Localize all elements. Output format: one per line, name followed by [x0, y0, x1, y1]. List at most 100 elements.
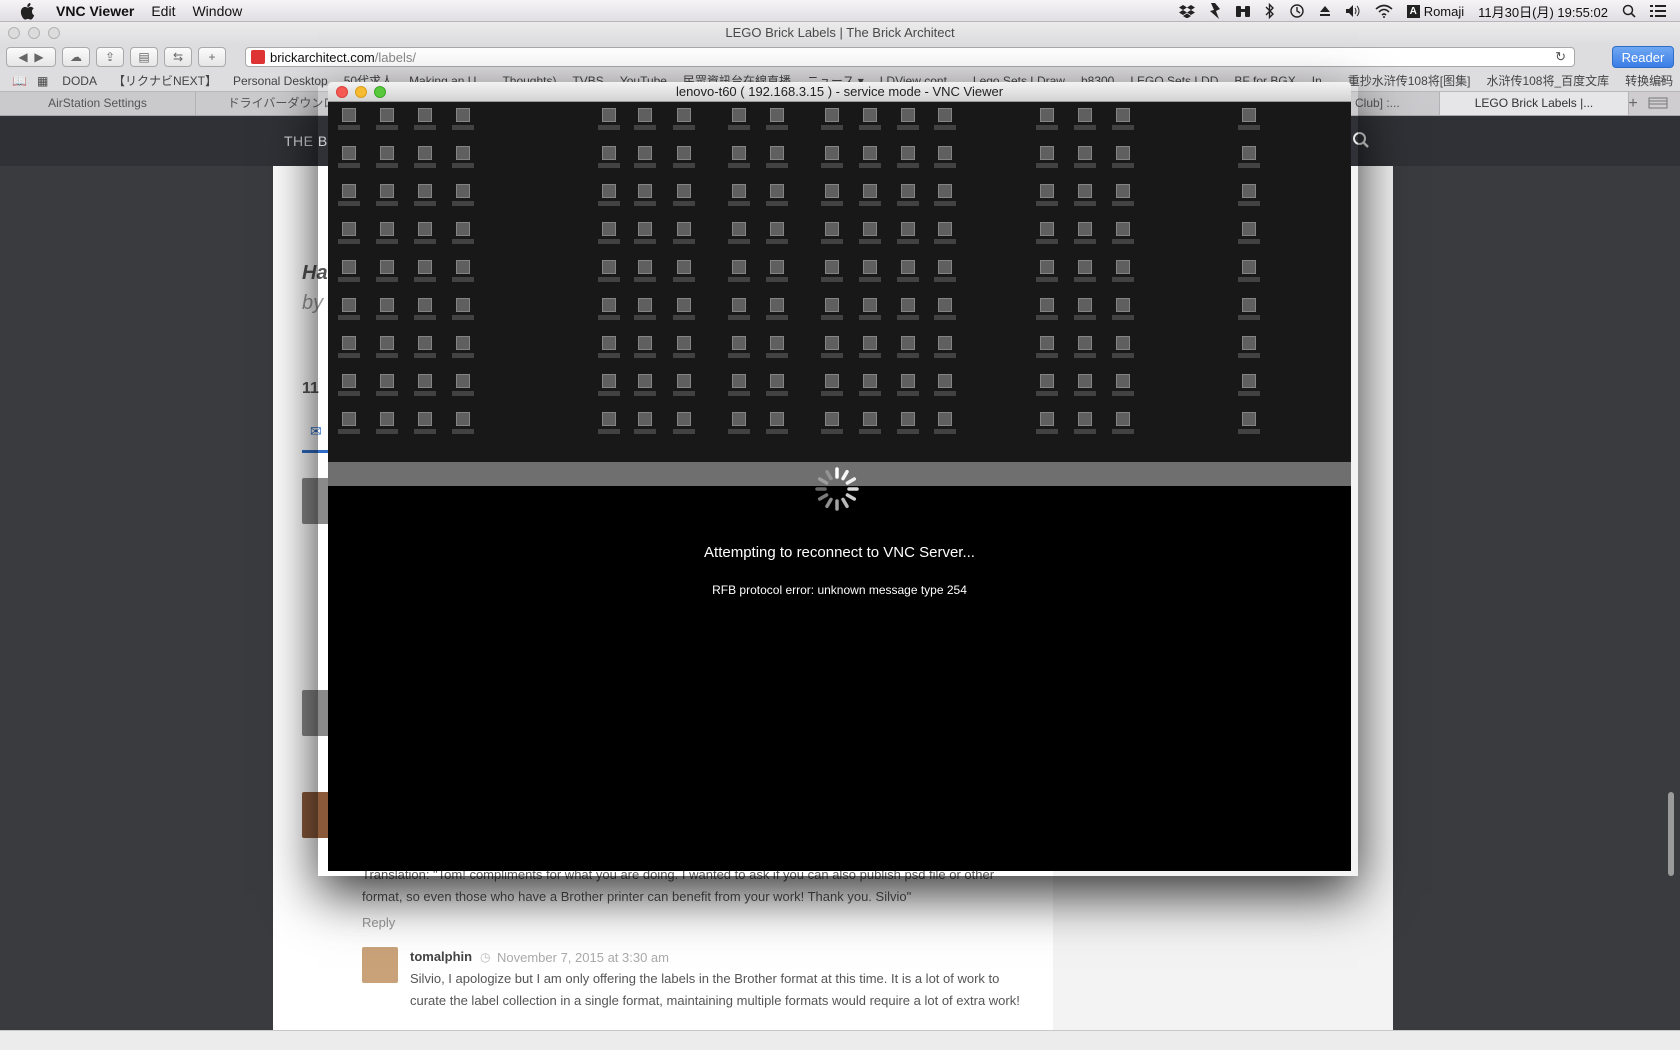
remote-desktop-icon: [897, 146, 919, 172]
status-bar: [0, 1030, 1680, 1050]
remote-desktop-icon: [897, 374, 919, 400]
remote-desktop-icon: [1112, 184, 1134, 210]
print-button[interactable]: ▤: [130, 47, 158, 67]
binoculars-icon[interactable]: [1235, 4, 1251, 18]
remote-desktop-icon: [598, 298, 620, 324]
input-method-icon[interactable]: A Romaji: [1406, 3, 1465, 19]
loading-spinner-icon: [812, 464, 862, 514]
reconnect-status: Attempting to reconnect to VNC Server...: [704, 544, 975, 561]
share-button[interactable]: ⇪: [96, 47, 124, 67]
volume-icon[interactable]: [1345, 4, 1361, 18]
input-method-label: Romaji: [1423, 3, 1465, 19]
remote-desktop-icon: [634, 184, 656, 210]
remote-desktop-icon: [338, 374, 360, 400]
remote-desktop-icon: [1036, 412, 1058, 438]
tab-overview-icon[interactable]: [1648, 96, 1672, 111]
plus-icon: +: [208, 50, 216, 64]
zoom-window-button[interactable]: [48, 27, 60, 39]
remote-desktop-icon: [598, 108, 620, 134]
remote-desktop-icon: [673, 146, 695, 172]
remote-desktop-icon: [634, 222, 656, 248]
bluetooth-icon[interactable]: [1265, 3, 1275, 19]
tab-lego-brick-labels[interactable]: LEGO Brick Labels |...: [1440, 92, 1629, 115]
remote-desktop-icon: [338, 146, 360, 172]
remote-desktop-icon: [766, 374, 788, 400]
remote-desktop-icon: [821, 222, 843, 248]
app-menu[interactable]: VNC Viewer: [56, 3, 134, 19]
reload-icon[interactable]: ↻: [1555, 49, 1566, 65]
remote-desktop-icon: [1036, 184, 1058, 210]
back-forward-buttons[interactable]: ◀ ▶: [6, 47, 56, 67]
comment-date[interactable]: November 7, 2015 at 3:30 am: [497, 950, 669, 965]
evernote-icon[interactable]: [1209, 3, 1221, 19]
reply-link[interactable]: Reply: [362, 915, 395, 930]
remote-desktop-icon: [821, 108, 843, 134]
forward-icon[interactable]: ▶: [34, 50, 43, 64]
new-tab-button[interactable]: +: [198, 47, 226, 67]
remote-desktop-icon: [598, 260, 620, 286]
vnc-minimize-button[interactable]: [355, 86, 367, 98]
remote-desktop-icon: [1036, 336, 1058, 362]
minimize-window-button[interactable]: [28, 27, 40, 39]
bookmark-item[interactable]: 水浒传108将_百度文库: [1486, 72, 1609, 89]
remote-desktop-icon: [598, 184, 620, 210]
wifi-icon[interactable]: [1375, 4, 1393, 18]
print-icon: ▤: [138, 50, 150, 64]
remote-desktop-icon: [414, 336, 436, 362]
remote-desktop-icon: [1036, 146, 1058, 172]
show-all-tabs-button[interactable]: ⇆: [164, 47, 192, 67]
bookmark-item[interactable]: 【リクナビNEXT】: [113, 72, 217, 89]
status-area: A Romaji 11月30日(月) 19:55:02: [1178, 0, 1680, 22]
remote-desktop-icon: [376, 222, 398, 248]
remote-desktop-icon: [1112, 108, 1134, 134]
vnc-remote-view[interactable]: Attempting to reconnect to VNC Server...…: [328, 102, 1351, 871]
address-bar[interactable]: brickarchitect.com/labels/ ↻: [245, 47, 1575, 67]
add-tab-icon[interactable]: +: [1620, 94, 1646, 113]
bookmark-item[interactable]: Personal Desktop: [233, 74, 328, 88]
browser-window-title: LEGO Brick Labels | The Brick Architect: [0, 22, 1680, 44]
remote-desktop-snapshot: [328, 102, 1351, 486]
top-sites-icon[interactable]: ▦: [37, 74, 48, 88]
remote-desktop-icon: [859, 298, 881, 324]
dropbox-icon[interactable]: [1178, 4, 1195, 18]
vnc-close-button[interactable]: [336, 86, 348, 98]
close-window-button[interactable]: [8, 27, 20, 39]
comments-count: 11: [302, 380, 319, 397]
remote-desktop-icon: [452, 146, 474, 172]
bookmark-item[interactable]: 重抄水浒传108将[图集]: [1348, 72, 1471, 89]
remote-desktop-icon: [1074, 260, 1096, 286]
remote-desktop-icon: [452, 336, 474, 362]
remote-desktop-icon: [897, 260, 919, 286]
apple-menu-icon[interactable]: [18, 2, 36, 20]
reading-list-icon[interactable]: 📖: [12, 74, 27, 88]
remote-desktop-icon: [414, 222, 436, 248]
bookmarks-overflow-icon[interactable]: »: [1660, 72, 1667, 86]
remote-desktop-icon: [934, 374, 956, 400]
vnc-zoom-button[interactable]: [374, 86, 386, 98]
remote-desktop-icon: [821, 412, 843, 438]
remote-desktop-icon: [821, 146, 843, 172]
notification-center-icon[interactable]: [1650, 4, 1666, 18]
comment-author[interactable]: tomalphin: [410, 949, 472, 964]
remote-desktop-icon: [414, 374, 436, 400]
remote-desktop-icon: [766, 108, 788, 134]
remote-desktop-icon: [1074, 184, 1096, 210]
page-scrollbar[interactable]: [1668, 792, 1674, 876]
bookmark-item[interactable]: DODA: [62, 74, 97, 88]
remote-desktop-icon: [821, 374, 843, 400]
remote-desktop-icon: [934, 184, 956, 210]
remote-desktop-icon: [414, 108, 436, 134]
back-icon[interactable]: ◀: [18, 50, 27, 64]
clock[interactable]: 11月30日(月) 19:55:02: [1478, 2, 1608, 21]
icloud-tabs-button[interactable]: ☁: [62, 47, 90, 67]
reader-button[interactable]: Reader: [1612, 46, 1674, 68]
time-machine-icon[interactable]: [1289, 3, 1305, 19]
tab-airstation[interactable]: AirStation Settings: [0, 92, 196, 115]
menu-edit[interactable]: Edit: [151, 3, 175, 19]
eject-icon[interactable]: [1319, 5, 1331, 17]
remote-desktop-icon: [1238, 146, 1260, 172]
menu-window[interactable]: Window: [192, 3, 242, 19]
remote-desktop-icon: [1112, 374, 1134, 400]
spotlight-icon[interactable]: [1622, 4, 1636, 18]
vnc-window-titlebar[interactable]: lenovo-t60 ( 192.168.3.15 ) - service mo…: [328, 82, 1351, 102]
